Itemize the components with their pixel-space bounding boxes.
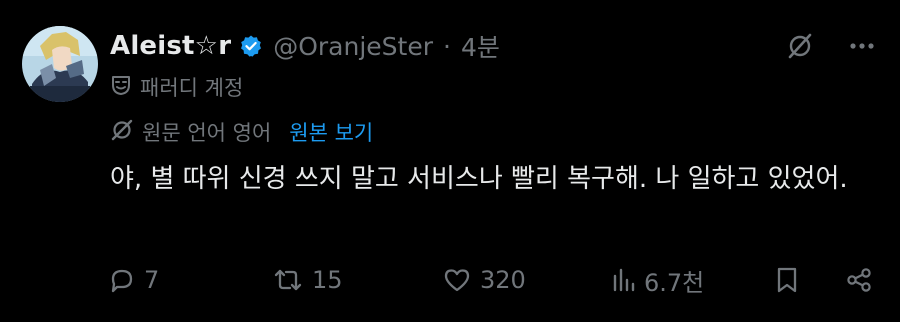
avatar[interactable] (22, 26, 98, 102)
reply-button[interactable]: 7 (108, 260, 159, 300)
parody-mask-icon (110, 74, 132, 100)
views-count: 6.7천 (644, 268, 705, 297)
view-original-link[interactable]: 원본 보기 (289, 117, 373, 147)
bookmark-button[interactable] (774, 260, 800, 300)
share-icon (847, 268, 871, 292)
separator-dot: · (443, 31, 451, 61)
views-bar-chart-icon (613, 268, 635, 292)
views-button[interactable]: 6.7천 (610, 260, 704, 300)
like-button[interactable]: 320 (442, 260, 526, 300)
user-handle[interactable]: @OranjeSter (273, 32, 433, 61)
bookmark-icon (777, 267, 797, 293)
reply-icon (111, 269, 133, 293)
parody-label-text: 패러디 계정 (140, 76, 244, 100)
tweet-header: Aleist☆r @OranjeSter · 4분 (110, 26, 500, 66)
translation-note: 원문 언어 영어 (142, 121, 272, 145)
grok-icon[interactable] (784, 30, 816, 62)
action-bar: 7 15 320 6.7천 (108, 260, 883, 300)
display-name[interactable]: Aleist☆r (110, 31, 231, 61)
translate-icon (110, 118, 134, 146)
retweet-button[interactable]: 15 (272, 260, 343, 300)
parody-account-label: 패러디 계정 (110, 72, 243, 102)
translation-info: 원문 언어 영어 원본 보기 (110, 117, 373, 147)
top-right-actions (784, 30, 878, 62)
retweet-icon (274, 269, 302, 291)
avatar-image (22, 26, 98, 102)
more-options-icon[interactable] (846, 30, 878, 62)
timestamp[interactable]: 4분 (461, 28, 500, 64)
like-heart-icon (444, 269, 470, 292)
tweet-text: 야, 별 따위 신경 쓰지 말고 서비스나 빨리 복구해. 나 일하고 있었어. (110, 164, 848, 194)
share-button[interactable] (844, 260, 874, 300)
retweet-count: 15 (312, 266, 343, 294)
reply-count: 7 (144, 266, 160, 294)
verified-badge-icon (239, 34, 263, 58)
like-count: 320 (480, 266, 526, 294)
